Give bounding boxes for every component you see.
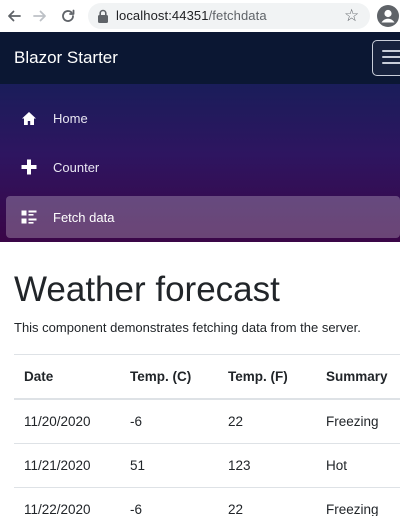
cell-temp-c: -6 — [130, 502, 143, 516]
table-row: 11/22/2020 -6 22 Freezing — [14, 487, 400, 516]
hamburger-menu-button[interactable] — [372, 40, 400, 76]
forecast-table: Date Temp. (C) Temp. (F) Summary 11/20/2… — [14, 354, 400, 516]
forward-arrow-icon[interactable] — [30, 6, 50, 26]
header-summary: Summary — [326, 369, 388, 384]
cell-date: 11/21/2020 — [24, 458, 91, 473]
home-icon — [20, 109, 38, 127]
cell-date: 11/20/2020 — [24, 414, 91, 429]
table-header-row: Date Temp. (C) Temp. (F) Summary — [14, 354, 400, 399]
header-temp-f: Temp. (F) — [228, 369, 288, 384]
cell-summary: Hot — [326, 458, 348, 473]
header-temp-c: Temp. (C) — [130, 369, 192, 384]
nav-item-home[interactable]: Home — [6, 97, 400, 139]
plus-icon — [20, 158, 38, 176]
reload-icon[interactable] — [58, 6, 78, 26]
app-topbar: Blazor Starter — [0, 32, 400, 84]
cell-summary: Freezing — [326, 414, 379, 429]
cell-temp-f: 22 — [228, 414, 244, 429]
cell-temp-f: 22 — [228, 502, 244, 516]
table-row: 11/21/2020 51 123 Hot — [14, 443, 400, 487]
nav-label-home: Home — [53, 110, 88, 126]
main-content: Weather forecast This component demonstr… — [0, 242, 400, 516]
list-rich-icon — [20, 208, 38, 226]
table-row: 11/20/2020 -6 22 Freezing — [14, 399, 400, 443]
cell-temp-c: -6 — [130, 414, 143, 429]
cell-date: 11/22/2020 — [24, 502, 91, 516]
brand-title[interactable]: Blazor Starter — [14, 48, 118, 68]
url-text[interactable]: localhost:44351/fetchdata — [116, 8, 267, 23]
cell-summary: Freezing — [326, 502, 379, 516]
nav-label-counter: Counter — [53, 159, 100, 175]
header-date: Date — [24, 369, 54, 384]
cell-temp-c: 51 — [130, 458, 146, 473]
page-title: Weather forecast — [14, 270, 280, 309]
lock-icon[interactable] — [97, 9, 109, 28]
nav-item-fetch-data[interactable]: Fetch data — [6, 196, 400, 238]
sidebar-nav: Home Counter Fetch data — [0, 84, 400, 242]
cell-temp-f: 123 — [228, 458, 251, 473]
star-icon[interactable]: ☆ — [344, 6, 359, 26]
page-description: This component demonstrates fetching dat… — [14, 320, 361, 335]
back-arrow-icon[interactable] — [4, 6, 24, 26]
browser-toolbar: localhost:44351/fetchdata ☆ — [0, 0, 400, 32]
hamburger-icon-bar — [382, 56, 400, 58]
hamburger-icon-bar — [382, 62, 400, 64]
hamburger-icon — [382, 50, 400, 52]
nav-label-fetch-data: Fetch data — [53, 209, 115, 225]
account-icon[interactable] — [376, 4, 400, 28]
nav-item-counter[interactable]: Counter — [6, 146, 400, 188]
url-host: localhost:44351 — [116, 8, 209, 23]
url-path: /fetchdata — [208, 8, 267, 23]
